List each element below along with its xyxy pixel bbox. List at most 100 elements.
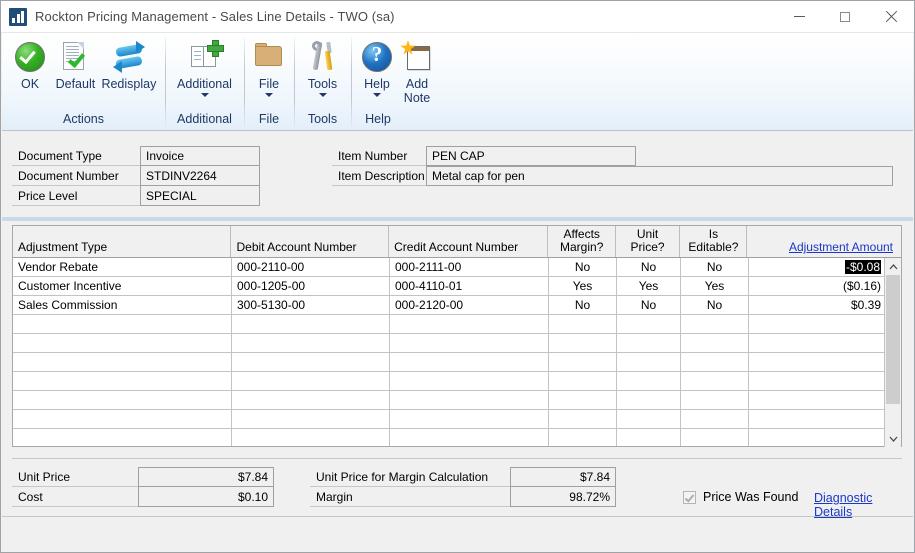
cell-adjustment-amount[interactable]: -$0.08 — [749, 258, 886, 276]
ok-button[interactable]: OK — [8, 38, 52, 91]
cell-empty — [390, 334, 549, 352]
minimize-button[interactable] — [776, 1, 822, 32]
file-button[interactable]: File — [247, 38, 291, 97]
cell-affects-unit-price: No — [617, 258, 681, 276]
price-level-value[interactable]: SPECIAL — [140, 186, 260, 206]
ribbon-toolbar: OK Default Redisplay Actions Additional … — [2, 33, 913, 131]
redisplay-button[interactable]: Redisplay — [99, 38, 159, 91]
table-row[interactable]: Vendor Rebate 000-2110-00 000-2111-00 No… — [13, 258, 901, 277]
field-row-document-type: Document Type Invoice — [12, 146, 260, 166]
table-row-empty[interactable] — [13, 353, 901, 372]
grid-vertical-scrollbar[interactable] — [884, 258, 901, 447]
table-row-empty[interactable] — [13, 410, 901, 429]
table-row[interactable]: Customer Incentive 000-1205-00 000-4110-… — [13, 277, 901, 296]
cell-empty — [749, 429, 886, 446]
cell-empty — [232, 315, 390, 333]
cell-empty — [13, 315, 232, 333]
affects-margin-line2: Margin? — [560, 240, 604, 254]
redisplay-button-label: Redisplay — [101, 77, 157, 91]
price-was-found-checkbox[interactable]: Price Was Found — [683, 490, 798, 504]
cell-empty — [13, 429, 232, 446]
title-bar: Rockton Pricing Management - Sales Line … — [1, 1, 914, 33]
table-row-empty[interactable] — [13, 334, 901, 353]
unit-price-margin-calc-value: $7.84 — [510, 467, 616, 487]
price-was-found-label: Price Was Found — [703, 490, 799, 504]
column-header-affects-unit-price[interactable]: Affects Unit Price? — [615, 226, 680, 257]
additional-button[interactable]: Additional — [171, 38, 238, 97]
cell-empty — [681, 372, 749, 390]
margin-label: Margin — [310, 487, 510, 507]
document-type-value[interactable]: Invoice — [140, 146, 260, 166]
cell-adjustment-amount[interactable]: $0.39 — [749, 296, 886, 314]
cell-empty — [617, 334, 681, 352]
window-title: Rockton Pricing Management - Sales Line … — [35, 9, 395, 24]
cell-empty — [681, 353, 749, 371]
scrollbar-thumb[interactable] — [886, 275, 900, 404]
cell-empty — [232, 353, 390, 371]
cell-empty — [13, 391, 232, 409]
cell-empty — [749, 372, 886, 390]
scroll-up-button[interactable] — [885, 258, 901, 275]
cell-empty — [617, 353, 681, 371]
column-header-adjustment-type[interactable]: Adjustment Type — [13, 226, 232, 257]
footer-divider — [12, 458, 902, 459]
add-note-button[interactable]: Add Note — [397, 38, 437, 105]
field-row-item-number: Item Number PEN CAP — [332, 146, 893, 166]
cell-empty — [232, 391, 390, 409]
document-fields: Document Type Invoice Document Number ST… — [12, 146, 260, 206]
cell-empty — [13, 334, 232, 352]
cell-affects-margin: No — [549, 258, 617, 276]
tools-button[interactable]: Tools — [300, 38, 345, 97]
column-header-debit-account[interactable]: Debit Account Number — [231, 226, 390, 257]
chevron-down-icon[interactable] — [200, 93, 209, 97]
green-check-circle-icon — [13, 40, 47, 74]
item-number-value[interactable]: PEN CAP — [426, 146, 636, 166]
chevron-down-icon[interactable] — [265, 93, 273, 97]
close-button[interactable] — [868, 1, 914, 32]
cell-is-editable: No — [681, 258, 749, 276]
column-header-is-editable[interactable]: Is Editable? — [679, 226, 748, 257]
table-row-empty[interactable] — [13, 391, 901, 410]
tools-button-label: Tools — [307, 77, 338, 91]
cell-empty — [549, 429, 617, 446]
content-area: Document Type Invoice Document Number ST… — [2, 132, 913, 552]
application-window: Rockton Pricing Management - Sales Line … — [0, 0, 915, 553]
cell-empty — [749, 391, 886, 409]
unit-price-value: $7.84 — [138, 467, 274, 487]
scrollbar-track[interactable] — [885, 275, 901, 430]
item-description-value[interactable]: Metal cap for pen — [426, 166, 893, 186]
table-row[interactable]: Sales Commission 300-5130-00 000-2120-00… — [13, 296, 901, 315]
cell-adjustment-amount[interactable]: ($0.16) — [749, 277, 886, 295]
cell-empty — [681, 334, 749, 352]
chevron-down-icon[interactable] — [373, 93, 381, 97]
cell-empty — [390, 391, 549, 409]
cell-empty — [549, 391, 617, 409]
item-description-label: Item Description — [332, 166, 426, 186]
checkbox-box[interactable] — [683, 490, 696, 504]
cell-empty — [749, 315, 886, 333]
column-header-credit-account[interactable]: Credit Account Number — [389, 226, 548, 257]
maximize-icon — [840, 11, 850, 22]
diagnostic-details-link[interactable]: Diagnostic Details — [814, 491, 913, 519]
chevron-down-icon[interactable] — [318, 93, 327, 97]
table-row-empty[interactable] — [13, 315, 901, 334]
cell-empty — [749, 410, 886, 428]
document-number-value[interactable]: STDINV2264 — [140, 166, 260, 186]
maximize-button[interactable] — [822, 1, 868, 32]
default-button[interactable]: Default — [52, 38, 99, 91]
table-row-empty[interactable] — [13, 429, 901, 446]
cell-empty — [749, 353, 886, 371]
column-header-adjustment-amount[interactable]: Adjustment Amount — [747, 226, 902, 257]
column-header-affects-margin[interactable]: Affects Margin? — [547, 226, 616, 257]
book-plus-icon — [188, 40, 224, 74]
table-row-empty[interactable] — [13, 372, 901, 391]
wrench-screwdriver-icon — [306, 39, 340, 74]
close-icon — [885, 11, 897, 23]
scroll-down-button[interactable] — [885, 430, 901, 447]
check-icon — [684, 491, 695, 503]
cell-adjustment-type: Vendor Rebate — [13, 258, 232, 276]
margin-value: 98.72% — [510, 487, 616, 507]
cell-debit-account: 300-5130-00 — [232, 296, 390, 314]
help-button[interactable]: ? Help — [357, 38, 397, 97]
field-row-unit-price: Unit Price $7.84 — [12, 467, 274, 487]
